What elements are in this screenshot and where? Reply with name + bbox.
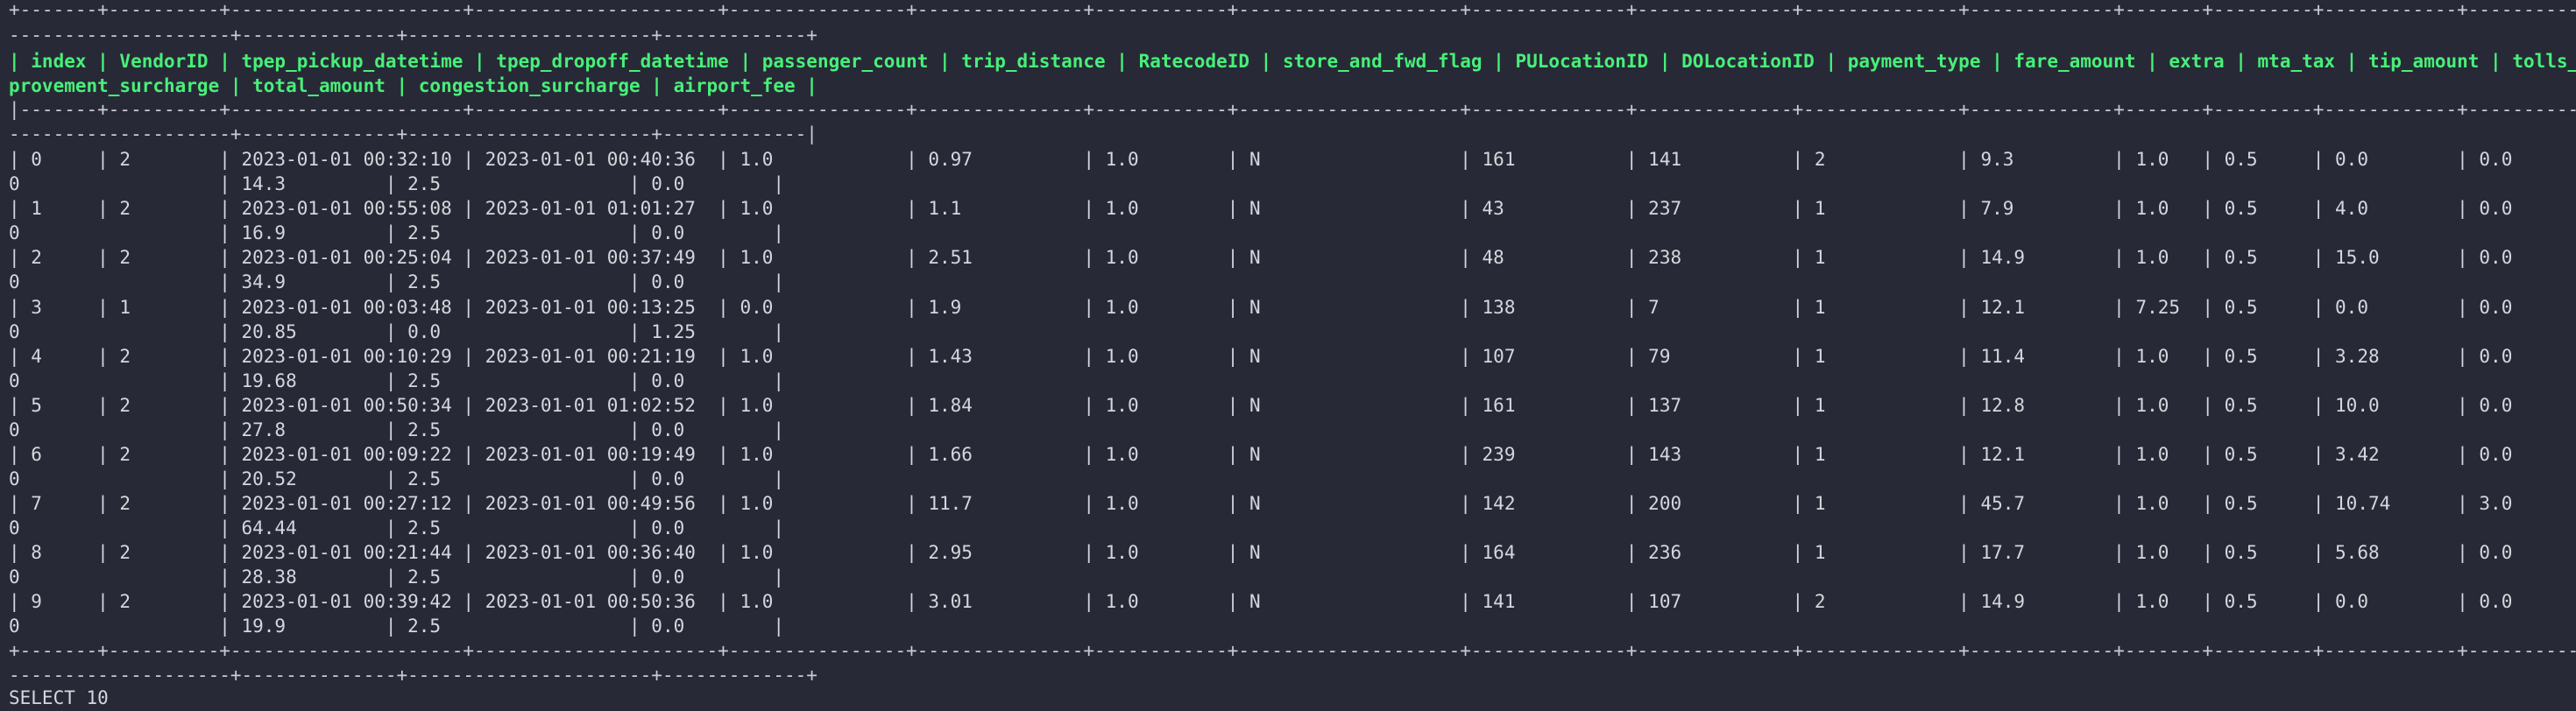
table-row-line-1: | 3 | 1 | 2023-01-01 00:03:48 | 2023-01-… bbox=[9, 297, 2576, 318]
table-row-line-1: | 1 | 2 | 2023-01-01 00:55:08 | 2023-01-… bbox=[9, 198, 2576, 219]
table-row-line-1: | 0 | 2 | 2023-01-01 00:32:10 | 2023-01-… bbox=[9, 149, 2576, 170]
table-header-divider-wrap: --------------------+--------------+----… bbox=[9, 123, 817, 144]
table-row-line-2: 0 | 19.9 | 2.5 | 0.0 | bbox=[9, 616, 785, 637]
table-top-border-wrap: --------------------+--------------+----… bbox=[9, 25, 817, 46]
table-row-line-2: 0 | 14.3 | 2.5 | 0.0 | bbox=[9, 173, 785, 194]
table-header-line-1: | index | VendorID | tpep_pickup_datetim… bbox=[9, 51, 2576, 72]
table-header-line-2: provement_surcharge | total_amount | con… bbox=[9, 75, 817, 96]
table-row-line-1: | 5 | 2 | 2023-01-01 00:50:34 | 2023-01-… bbox=[9, 395, 2576, 416]
table-row-line-2: 0 | 28.38 | 2.5 | 0.0 | bbox=[9, 567, 785, 588]
table-row-line-1: | 6 | 2 | 2023-01-01 00:09:22 | 2023-01-… bbox=[9, 444, 2576, 465]
table-bottom-border: +-------+----------+--------------------… bbox=[9, 640, 2576, 661]
table-row-line-2: 0 | 27.8 | 2.5 | 0.0 | bbox=[9, 419, 785, 440]
table-row-line-2: 0 | 16.9 | 2.5 | 0.0 | bbox=[9, 222, 785, 243]
table-bottom-border-wrap: --------------------+--------------+----… bbox=[9, 665, 817, 686]
table-row-line-2: 0 | 34.9 | 2.5 | 0.0 | bbox=[9, 271, 785, 292]
table-row-line-2: 0 | 20.85 | 0.0 | 1.25 | bbox=[9, 321, 785, 342]
table-row-line-1: | 8 | 2 | 2023-01-01 00:21:44 | 2023-01-… bbox=[9, 542, 2576, 563]
table-row-line-1: | 9 | 2 | 2023-01-01 00:39:42 | 2023-01-… bbox=[9, 591, 2576, 612]
table-row-line-2: 0 | 64.44 | 2.5 | 0.0 | bbox=[9, 517, 785, 539]
table-row-line-1: | 4 | 2 | 2023-01-01 00:10:29 | 2023-01-… bbox=[9, 346, 2576, 367]
table-top-border: +-------+----------+--------------------… bbox=[9, 0, 2576, 20]
table-row-line-2: 0 | 19.68 | 2.5 | 0.0 | bbox=[9, 370, 785, 391]
table-row-line-1: | 7 | 2 | 2023-01-01 00:27:12 | 2023-01-… bbox=[9, 493, 2576, 514]
query-status-text: SELECT 10 bbox=[9, 687, 109, 708]
terminal-window[interactable]: +-------+----------+--------------------… bbox=[0, 0, 2576, 708]
table-header-divider: |-------+----------+--------------------… bbox=[9, 99, 2576, 120]
table-row-line-1: | 2 | 2 | 2023-01-01 00:25:04 | 2023-01-… bbox=[9, 247, 2576, 268]
table-row-line-2: 0 | 20.52 | 2.5 | 0.0 | bbox=[9, 468, 785, 489]
